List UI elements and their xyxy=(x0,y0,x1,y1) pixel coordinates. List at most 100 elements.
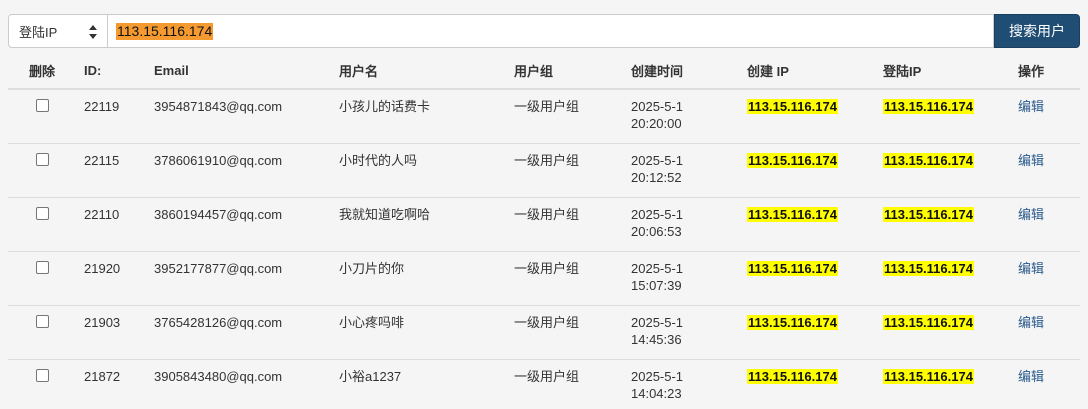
row-delete-cell xyxy=(8,142,76,197)
row-login-ip-cell: 113.15.116.174 xyxy=(875,196,1010,251)
row-edit-link[interactable]: 编辑 xyxy=(1018,369,1044,384)
row-actions-cell: 编辑 xyxy=(1010,89,1080,143)
row-id: 21920 xyxy=(76,250,146,305)
row-created-ip-cell: 113.15.116.174 xyxy=(739,142,875,197)
row-edit-link[interactable]: 编辑 xyxy=(1018,315,1044,330)
row-username: 小裕a1237 xyxy=(331,358,506,409)
table-row: 22119 3954871843@qq.com 小孩儿的话费卡 一级用户组 20… xyxy=(8,89,1080,143)
row-email: 3860194457@qq.com xyxy=(146,196,331,251)
column-header-username: 用户名 xyxy=(331,52,506,90)
row-login-ip: 113.15.116.174 xyxy=(883,99,974,114)
row-email: 3954871843@qq.com xyxy=(154,99,283,114)
row-delete-checkbox[interactable] xyxy=(35,152,49,166)
row-actions-cell: 编辑 xyxy=(1010,358,1080,409)
row-created-time: 2025-5-1 20:06:53 xyxy=(623,196,739,251)
row-actions-cell: 编辑 xyxy=(1010,142,1080,197)
row-delete-checkbox[interactable] xyxy=(35,206,49,220)
row-created-ip-cell: 113.15.116.174 xyxy=(739,304,875,359)
row-created-clock: 20:06:53 xyxy=(631,223,682,239)
row-login-ip-cell: 113.15.116.174 xyxy=(875,358,1010,409)
search-input[interactable]: 113.15.116.174 xyxy=(108,14,994,48)
row-created-date: 2025-5-1 xyxy=(631,368,684,384)
search-users-button[interactable]: 搜索用户 xyxy=(994,14,1080,48)
row-id: 22110 xyxy=(76,196,146,251)
row-group: 一级用户组 xyxy=(506,358,623,409)
row-delete-checkbox[interactable] xyxy=(35,99,49,112)
row-group: 一级用户组 xyxy=(506,142,623,197)
row-id: 21903 xyxy=(76,304,146,359)
row-created-time: 2025-5-1 20:12:52 xyxy=(623,142,739,197)
row-group: 一级用户组 xyxy=(506,250,623,305)
row-edit-link[interactable]: 编辑 xyxy=(1018,261,1044,276)
row-group: 一级用户组 xyxy=(506,196,623,251)
row-email: 3765428126@qq.com xyxy=(146,304,331,359)
column-header-actions: 操作 xyxy=(1010,52,1080,90)
row-created-time: 2025-5-1 15:07:39 xyxy=(623,250,739,305)
row-created-date: 2025-5-1 xyxy=(631,314,684,330)
row-created-time: 2025-5-1 14:04:23 xyxy=(623,358,739,409)
table-row: 21920 3952177877@qq.com 小刀片的你 一级用户组 2025… xyxy=(8,250,1080,305)
row-id: 21872 xyxy=(76,358,146,409)
select-arrows-icon xyxy=(89,25,97,39)
row-login-ip: 113.15.116.174 xyxy=(883,314,974,330)
row-delete-checkbox[interactable] xyxy=(35,260,49,274)
row-email: 3952177877@qq.com xyxy=(146,250,331,305)
column-header-id: ID: xyxy=(76,52,146,90)
row-login-ip: 113.15.116.174 xyxy=(883,206,974,222)
row-created-date: 2025-5-1 xyxy=(631,260,684,276)
row-username: 小刀片的你 xyxy=(331,250,506,305)
column-header-email: Email xyxy=(146,52,331,90)
row-group: 一级用户组 xyxy=(514,99,580,114)
row-created-ip: 113.15.116.174 xyxy=(747,206,838,222)
search-input-value: 113.15.116.174 xyxy=(116,22,214,40)
row-login-ip: 113.15.116.174 xyxy=(883,368,974,384)
row-created-clock: 20:12:52 xyxy=(631,169,682,185)
row-delete-cell xyxy=(8,89,76,143)
row-id: 22119 xyxy=(84,99,120,114)
row-created-clock: 14:04:23 xyxy=(631,385,682,401)
row-created-ip: 113.15.116.174 xyxy=(747,368,838,384)
row-created-ip-cell: 113.15.116.174 xyxy=(739,89,875,143)
row-edit-link[interactable]: 编辑 xyxy=(1018,207,1044,222)
row-login-ip-cell: 113.15.116.174 xyxy=(875,142,1010,197)
row-username: 我就知道吃啊哈 xyxy=(331,196,506,251)
row-created-ip: 113.15.116.174 xyxy=(747,152,838,168)
table-row: 22115 3786061910@qq.com 小时代的人吗 一级用户组 202… xyxy=(8,142,1080,197)
row-created-ip-cell: 113.15.116.174 xyxy=(739,358,875,409)
search-field-select-value: 登陆IP xyxy=(19,24,58,40)
column-header-delete: 删除 xyxy=(8,52,76,90)
column-header-login-ip: 登陆IP xyxy=(875,52,1010,90)
row-created-ip-cell: 113.15.116.174 xyxy=(739,250,875,305)
row-email: 3905843480@qq.com xyxy=(146,358,331,409)
row-login-ip-cell: 113.15.116.174 xyxy=(875,89,1010,143)
table-row: 21872 3905843480@qq.com 小裕a1237 一级用户组 20… xyxy=(8,358,1080,409)
row-created-ip: 113.15.116.174 xyxy=(747,260,838,276)
row-login-ip-cell: 113.15.116.174 xyxy=(875,304,1010,359)
search-field-select[interactable]: 登陆IP xyxy=(8,14,108,48)
row-edit-link[interactable]: 编辑 xyxy=(1018,99,1044,114)
row-id: 22115 xyxy=(76,142,146,197)
row-created-ip-cell: 113.15.116.174 xyxy=(739,196,875,251)
column-header-created-time: 创建时间 xyxy=(623,52,739,90)
row-username: 小时代的人吗 xyxy=(331,142,506,197)
row-edit-link[interactable]: 编辑 xyxy=(1018,153,1044,168)
table-row: 22110 3860194457@qq.com 我就知道吃啊哈 一级用户组 20… xyxy=(8,196,1080,251)
row-created-date: 2025-5-1 xyxy=(631,152,684,168)
row-email: 3786061910@qq.com xyxy=(146,142,331,197)
users-table: 删除 ID: Email 用户名 用户组 创建时间 创建 IP 登陆IP 操作 … xyxy=(8,52,1080,409)
row-created-time: 2025-5-1 14:45:36 xyxy=(623,304,739,359)
row-delete-checkbox[interactable] xyxy=(35,314,49,328)
row-created-date: 2025-5-1 xyxy=(631,99,684,114)
column-header-group: 用户组 xyxy=(506,52,623,90)
row-delete-cell xyxy=(8,250,76,305)
row-delete-cell xyxy=(8,304,76,359)
row-login-ip: 113.15.116.174 xyxy=(883,152,974,168)
row-username: 小孩儿的话费卡 xyxy=(339,99,431,114)
row-login-ip: 113.15.116.174 xyxy=(883,260,974,276)
row-actions-cell: 编辑 xyxy=(1010,304,1080,359)
row-group: 一级用户组 xyxy=(506,304,623,359)
row-delete-checkbox[interactable] xyxy=(35,368,49,382)
row-created-clock: 14:45:36 xyxy=(631,331,682,347)
row-created-clock: 20:20:00 xyxy=(631,116,682,131)
search-bar: 登陆IP 113.15.116.174 搜索用户 xyxy=(8,14,1080,48)
